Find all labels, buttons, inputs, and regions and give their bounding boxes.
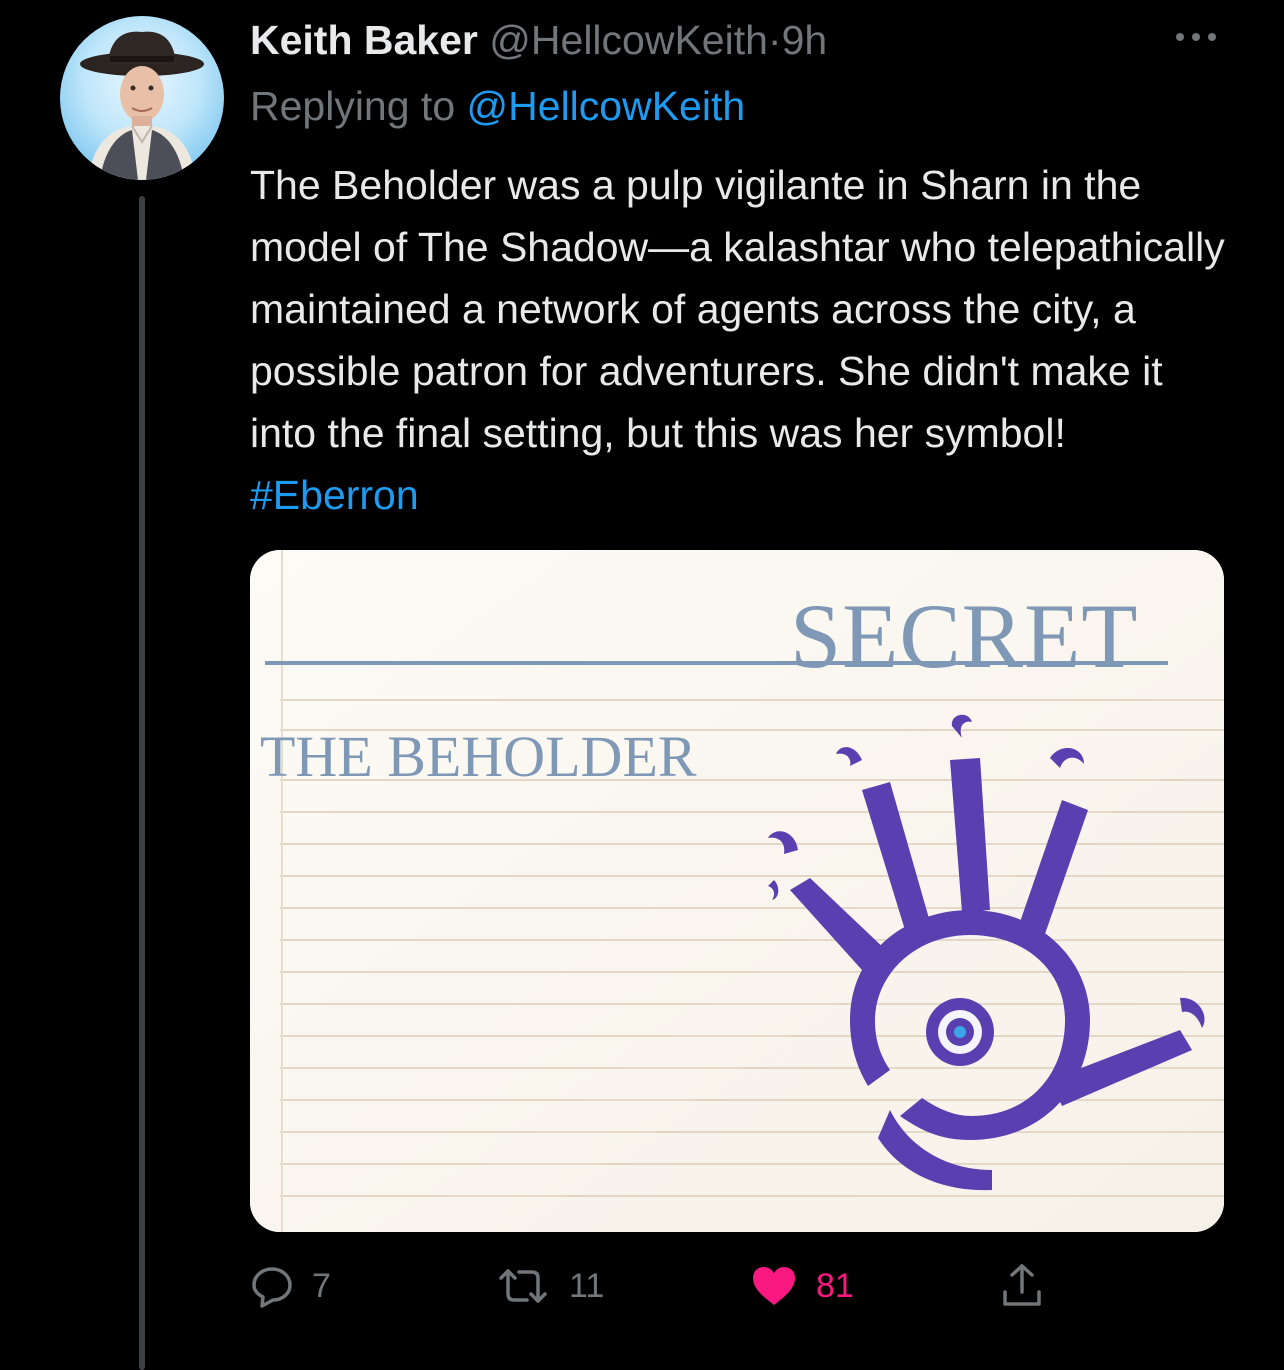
tweet-body: The Beholder was a pulp vigilante in Sha…: [250, 162, 1225, 456]
tweet-timestamp[interactable]: 9h: [782, 17, 828, 63]
tweet-header: Keith Baker @HellcowKeith·9h: [250, 14, 1250, 66]
tweet-action-bar: 7 11 81: [250, 1258, 1230, 1314]
more-dots-icon[interactable]: [1170, 26, 1222, 48]
author-handle[interactable]: @HellcowKeith: [489, 17, 768, 63]
author-name[interactable]: Keith Baker: [250, 17, 478, 63]
author-avatar[interactable]: [60, 16, 224, 180]
retweet-count: 11: [569, 1266, 605, 1305]
separator-dot: ·: [767, 17, 782, 63]
share-upload-icon: [1000, 1262, 1044, 1310]
retweet-icon: [495, 1264, 551, 1308]
share-button[interactable]: [1000, 1258, 1044, 1314]
reply-button[interactable]: 7: [250, 1258, 331, 1314]
reply-count: 7: [312, 1266, 331, 1305]
heart-icon: [750, 1264, 798, 1308]
replying-to-line: Replying to @HellcowKeith: [250, 80, 745, 132]
avatar-portrait: [80, 31, 204, 180]
secret-stamp: SECRET: [790, 585, 1139, 687]
thread-connector-line: [139, 196, 145, 1370]
card-title: THE BEHOLDER: [260, 724, 697, 789]
tweet-text: The Beholder was a pulp vigilante in Sha…: [250, 154, 1240, 526]
reply-bubble-icon: [250, 1264, 294, 1308]
replying-prefix: Replying to: [250, 83, 456, 129]
hashtag-link[interactable]: #Eberron: [250, 472, 419, 518]
replying-to-mention[interactable]: @HellcowKeith: [467, 83, 746, 129]
like-button[interactable]: 81: [750, 1258, 854, 1314]
retweet-button[interactable]: 11: [495, 1258, 604, 1314]
tweet-media-image[interactable]: SECRET THE BEHOLDER: [250, 550, 1224, 1232]
like-count: 81: [816, 1266, 854, 1305]
